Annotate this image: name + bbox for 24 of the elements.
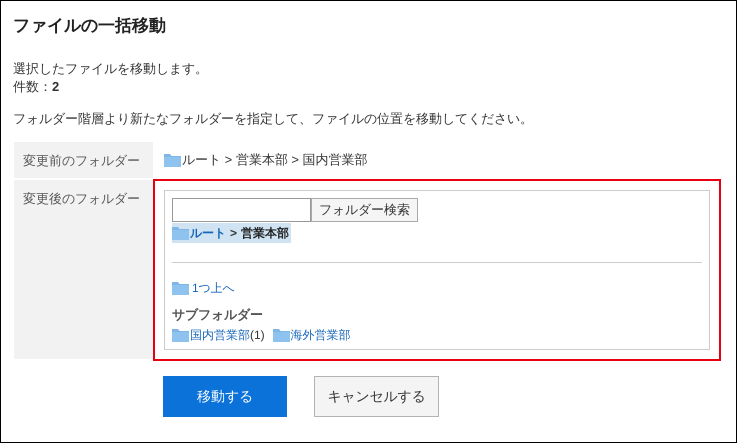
folder-icon: [172, 328, 189, 342]
folder-icon: [164, 152, 181, 166]
search-field[interactable]: [172, 198, 311, 222]
subfolder-link[interactable]: 海外営業部: [290, 326, 351, 344]
subfolders-heading: サブフォルダー: [172, 306, 264, 324]
folder-icon: [172, 281, 189, 295]
description-text: 選択したファイルを移動します。: [13, 60, 209, 78]
folder-search-button[interactable]: フォルダー検索: [311, 198, 418, 222]
subfolder-link[interactable]: 国内営業部: [190, 326, 250, 344]
folder-path: ルート > 営業本部 > 国内営業部: [182, 150, 368, 169]
breadcrumb-link[interactable]: ルート: [190, 224, 226, 242]
move-button[interactable]: 移動する: [163, 376, 287, 416]
cancel-button[interactable]: キャンセルする: [314, 376, 439, 416]
file-count: (1): [250, 326, 265, 344]
folder-icon: [172, 226, 189, 240]
up-link[interactable]: 1つ上へ: [192, 279, 235, 297]
folder-icon: [272, 328, 290, 342]
instruction-text: フォルダー階層より新たなフォルダーを指定して、ファイルの位置を移動してください。: [13, 110, 534, 128]
page-title: ファイルの一括移動: [13, 15, 167, 37]
count-text: 件数：2: [13, 78, 60, 96]
label-cell: 変更後のフォルダー: [14, 180, 153, 358]
current-folder-text: 営業本部: [241, 224, 290, 242]
separator-text: >: [230, 224, 238, 242]
label-cell: 変更前のフォルダー: [14, 142, 153, 178]
